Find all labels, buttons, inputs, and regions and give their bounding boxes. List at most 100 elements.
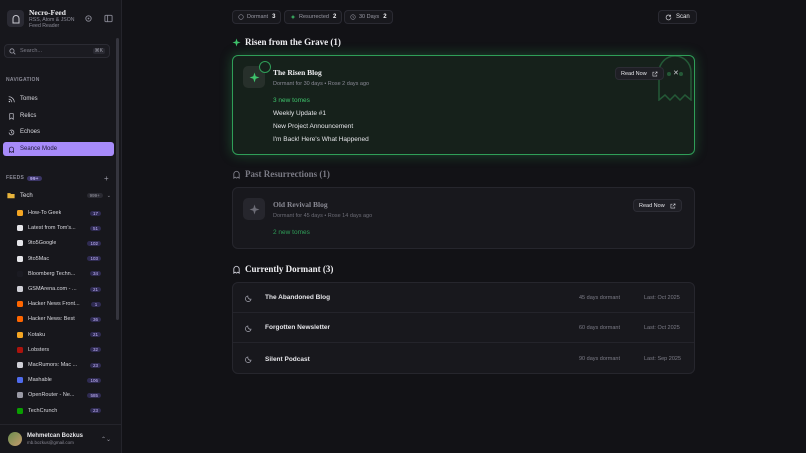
- feed-item[interactable]: Mashable 106: [17, 374, 101, 386]
- user-profile[interactable]: Mehmetcan Bozkus mb.bozkus@gmail.com ⌃⌄: [0, 424, 121, 453]
- feed-favicon-icon: [17, 407, 23, 414]
- folder-tech[interactable]: Tech 999+ ⌄: [7, 192, 111, 199]
- feed-name: OpenRouter - Ne...: [28, 392, 75, 399]
- nav-item-echoes[interactable]: Echoes: [3, 125, 114, 139]
- moon-icon: [245, 356, 252, 363]
- ghost-icon: [9, 146, 14, 153]
- feed-item[interactable]: 9to5Google 102: [17, 237, 101, 249]
- window-stat-value: 2: [383, 14, 387, 20]
- feed-item[interactable]: TechCrunch 23: [17, 405, 101, 417]
- nav-item-label: Echoes: [20, 129, 41, 135]
- read-now-label: Read Now: [639, 202, 665, 209]
- card-title[interactable]: Old Revival Blog: [273, 200, 328, 209]
- risen-section-title: Risen from the Grave (1): [232, 37, 341, 47]
- section-title-text: Currently Dormant (3): [245, 264, 334, 274]
- dormant-stat-chip: Dormant 3: [232, 10, 282, 24]
- feed-unread-count: 23: [89, 408, 101, 414]
- search-box[interactable]: ⌘K: [4, 44, 110, 58]
- feed-favicon-icon: [17, 331, 23, 338]
- external-link-icon: [670, 203, 676, 208]
- feed-unread-count: 102: [87, 240, 101, 246]
- dormant-row[interactable]: The Abandoned Blog 45 days dormant Last:…: [233, 283, 694, 313]
- brand: Necro-Feed RSS, Atom & JSON Feed Reader: [7, 8, 75, 29]
- dormant-last: Last: Sep 2025: [644, 356, 682, 362]
- feed-favicon-icon: [17, 316, 23, 323]
- feed-item[interactable]: Bloomberg Techn... 34: [17, 268, 101, 280]
- sidebar: Necro-Feed RSS, Atom & JSON Feed Reader …: [0, 0, 122, 453]
- feed-item[interactable]: How-To Geek 17: [17, 207, 101, 219]
- feed-name: 9to5Google: [28, 240, 57, 247]
- dormant-age: 45 days dormant: [579, 294, 620, 301]
- feed-item[interactable]: GSMArena.com - ... 21: [17, 283, 101, 295]
- user-email: mb.bozkus@gmail.com: [27, 440, 74, 445]
- risen-feed-card: The Risen Blog Dormant for 30 days • Ros…: [232, 55, 695, 155]
- dormant-age: 60 days dormant: [579, 324, 620, 331]
- read-now-button[interactable]: Read Now: [633, 199, 682, 212]
- search-input[interactable]: [20, 48, 90, 54]
- dismiss-button[interactable]: ✕: [673, 69, 679, 77]
- card-title[interactable]: The Risen Blog: [273, 68, 322, 77]
- dormant-feed-name: The Abandoned Blog: [265, 294, 331, 301]
- dormant-stat-value: 3: [272, 14, 276, 20]
- read-now-label: Read Now: [621, 70, 647, 77]
- section-title-text: Past Resurrections (1): [245, 169, 330, 179]
- folder-icon: [7, 193, 15, 199]
- feed-item[interactable]: OpenRouter - Ne... 585: [17, 389, 101, 401]
- new-tomes-count: 3 new tomes: [273, 97, 310, 104]
- entry-link[interactable]: Weekly Update #1: [273, 110, 326, 117]
- dormant-age: 90 days dormant: [579, 356, 620, 362]
- search-icon: [9, 47, 16, 55]
- feed-name: Hacker News Front...: [28, 301, 80, 308]
- feed-unread-count: 1: [91, 301, 101, 307]
- add-feed-button[interactable]: +: [104, 174, 109, 183]
- feed-unread-count: 21: [89, 332, 101, 338]
- feed-favicon-icon: [17, 255, 23, 262]
- entry-link[interactable]: I'm Back! Here's What Happened: [273, 136, 369, 143]
- nav-item-relics[interactable]: Relics: [3, 109, 114, 123]
- feed-item[interactable]: Lobsters 32: [17, 344, 101, 356]
- chevron-down-icon[interactable]: ⌄: [107, 193, 111, 199]
- feed-unread-count: 36: [89, 316, 101, 322]
- chevron-updown-icon[interactable]: ⌃⌄: [101, 436, 111, 443]
- nav-item-seance-mode[interactable]: Seance Mode: [3, 142, 114, 156]
- feed-name: Bloomberg Techn...: [28, 270, 76, 277]
- collapse-sidebar-icon[interactable]: [104, 14, 113, 23]
- settings-icon[interactable]: [84, 14, 93, 23]
- feed-item[interactable]: Hacker News Front... 1: [17, 298, 101, 310]
- nav-item-label: Seance Mode: [20, 146, 58, 152]
- window-stat-chip: 30 Days 2: [344, 10, 393, 24]
- scan-button[interactable]: Scan: [658, 10, 697, 24]
- feed-name: GSMArena.com - ...: [28, 286, 77, 292]
- dormant-feed-name: Silent Podcast: [265, 355, 310, 363]
- new-tomes-count: 2 new tomes: [273, 229, 310, 236]
- resurrection-ring-icon: [259, 61, 271, 73]
- dormant-row[interactable]: Forgotten Newsletter 60 days dormant Las…: [233, 313, 694, 343]
- feed-name: Kotaku: [28, 331, 46, 338]
- feeds-unread-badge: 99+: [27, 175, 42, 181]
- feed-name: Hacker News: Best: [28, 316, 75, 323]
- ghost-icon: [233, 170, 240, 179]
- feed-item[interactable]: Hacker News: Best 36: [17, 313, 101, 325]
- card-meta: Dormant for 45 days • Rose 14 days ago: [273, 213, 373, 219]
- bookmark-icon: [9, 112, 14, 120]
- read-now-button[interactable]: Read Now: [615, 67, 664, 80]
- ghost-icon: [233, 265, 240, 274]
- history-icon: [8, 129, 15, 135]
- feed-item[interactable]: 9to5Mac 103: [17, 253, 101, 265]
- entry-link[interactable]: New Project Announcement: [273, 123, 353, 130]
- feed-name: Mashable: [28, 377, 52, 384]
- feed-item[interactable]: MacRumors: Mac ... 23: [17, 359, 101, 371]
- sparkle-icon: [290, 14, 296, 20]
- scan-label: Scan: [676, 14, 690, 20]
- feed-item[interactable]: Latest from Tom's... 51: [17, 222, 101, 234]
- dormant-last: Last: Oct 2025: [644, 324, 680, 331]
- past-feed-card: Old Revival Blog Dormant for 45 days • R…: [232, 187, 695, 249]
- nav-item-tomes[interactable]: Tomes: [3, 92, 114, 106]
- dormant-row[interactable]: Silent Podcast 90 days dormant Last: Sep…: [233, 344, 694, 373]
- feed-unread-count: 34: [89, 271, 101, 277]
- sidebar-scrollbar[interactable]: [116, 38, 119, 320]
- moon-icon: [245, 325, 252, 332]
- feeds-label: FEEDS: [6, 175, 25, 181]
- necro-feed-logo-icon: [7, 10, 24, 27]
- feed-item[interactable]: Kotaku 21: [17, 329, 101, 341]
